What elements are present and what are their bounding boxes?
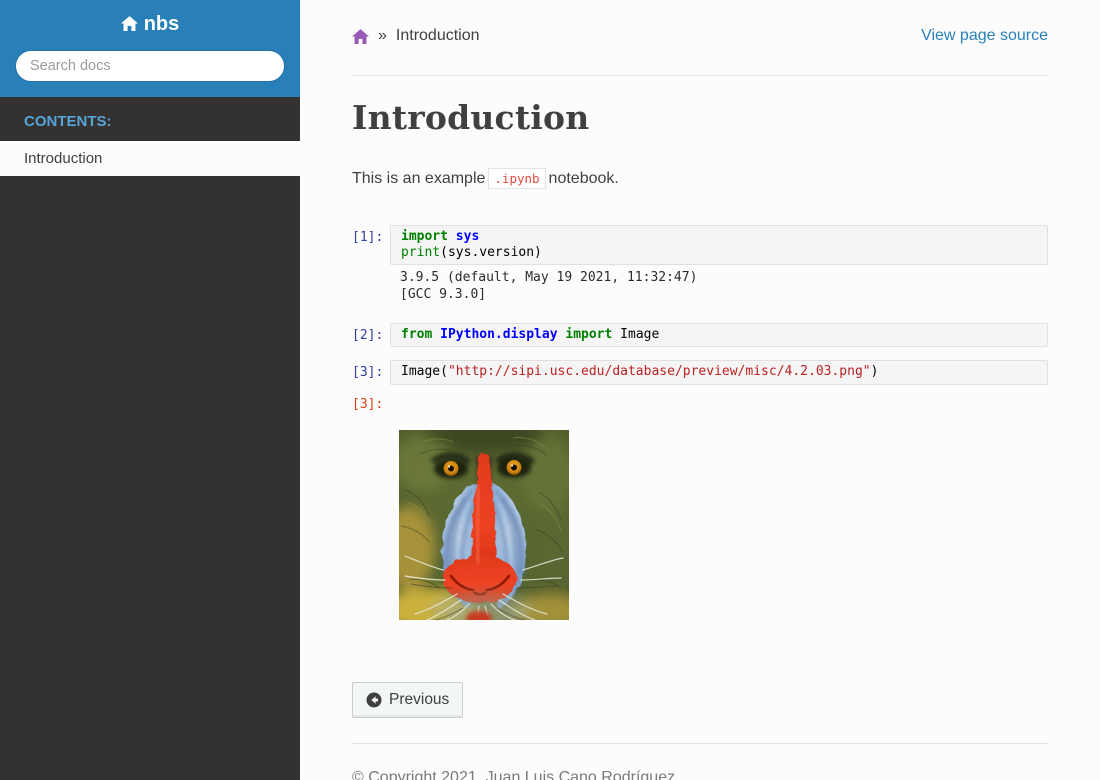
code-token: "http://sipi.usc.edu/database/preview/mi…: [448, 364, 871, 379]
previous-button-label: Previous: [389, 691, 449, 709]
breadcrumb-home-icon[interactable]: [352, 29, 369, 44]
breadcrumb-row: » Introduction View page source: [352, 27, 1048, 45]
breadcrumb: » Introduction: [352, 27, 480, 45]
stdout-line: 3.9.5 (default, May 19 2021, 11:32:47): [400, 270, 1038, 287]
page-title: Introduction: [352, 99, 1048, 137]
sidebar-project-title: nbs: [144, 13, 180, 35]
code-cell-1-input: [1]: import sys print(sys.version): [352, 225, 1048, 266]
previous-button[interactable]: Previous: [352, 682, 463, 718]
sidebar: nbs CONTENTS: Introduction: [0, 0, 300, 780]
search-input[interactable]: [15, 50, 285, 82]
intro-paragraph: This is an example.ipynbnotebook.: [352, 167, 1048, 191]
image-output-3: [390, 392, 1048, 654]
code-token: Image: [612, 327, 659, 342]
footer-divider: [352, 743, 1048, 744]
code-input-area-3[interactable]: Image("http://sipi.usc.edu/database/prev…: [390, 360, 1048, 384]
code-token: from: [401, 327, 432, 342]
intro-text-post: notebook.: [549, 170, 619, 187]
page-footer: © Copyright 2021, Juan Luis Cano Rodrígu…: [352, 768, 1048, 780]
ipynb-literal: .ipynb: [488, 168, 545, 189]
code-cell-3-output: [3]:: [352, 392, 1048, 654]
code-token: sys: [456, 229, 479, 244]
code-token: [448, 229, 456, 244]
code-cell-2-input: [2]: from IPython.display import Image: [352, 323, 1048, 347]
notebook: [1]: import sys print(sys.version) 3.9.5 …: [352, 225, 1048, 653]
code-input-area-2[interactable]: from IPython.display import Image: [390, 323, 1048, 347]
home-icon: [121, 14, 138, 36]
view-page-source-link[interactable]: View page source: [921, 27, 1048, 45]
code-token: (sys.version): [440, 245, 542, 260]
code-token: ): [871, 364, 879, 379]
main-content: » Introduction View page source Introduc…: [300, 0, 1100, 780]
intro-text-pre: This is an example: [352, 170, 485, 187]
code-token: [432, 327, 440, 342]
output-prompt-spacer: [352, 265, 390, 270]
output-prompt-3: [3]:: [352, 392, 390, 413]
code-token: IPython.display: [440, 327, 557, 342]
sidebar-project-link[interactable]: nbs: [15, 13, 285, 37]
breadcrumb-divider: [352, 75, 1048, 76]
arrow-circle-left-icon: [366, 692, 382, 708]
sidebar-item-introduction[interactable]: Introduction: [0, 141, 300, 176]
input-prompt-1: [1]:: [352, 225, 390, 246]
breadcrumb-current-page: Introduction: [396, 27, 480, 45]
copyright-text: © Copyright 2021, Juan Luis Cano Rodrígu…: [352, 768, 1048, 780]
breadcrumb-separator: »: [378, 27, 387, 45]
input-prompt-2: [2]:: [352, 323, 390, 344]
mandrill-image: [399, 430, 569, 620]
code-token: import: [401, 229, 448, 244]
code-cell-3-input: [3]: Image("http://sipi.usc.edu/database…: [352, 360, 1048, 384]
input-prompt-3: [3]:: [352, 360, 390, 381]
code-token: import: [565, 327, 612, 342]
code-input-area-1[interactable]: import sys print(sys.version): [390, 225, 1048, 266]
stdout-line: [GCC 9.3.0]: [400, 287, 1038, 304]
code-cell-1-output: 3.9.5 (default, May 19 2021, 11:32:47)[G…: [352, 265, 1048, 310]
code-token: print: [401, 245, 440, 260]
code-token: Image(: [401, 364, 448, 379]
stdout-output-1: 3.9.5 (default, May 19 2021, 11:32:47)[G…: [390, 265, 1048, 310]
sidebar-search-area: nbs: [0, 0, 300, 97]
sidebar-contents-caption: CONTENTS:: [0, 97, 300, 141]
